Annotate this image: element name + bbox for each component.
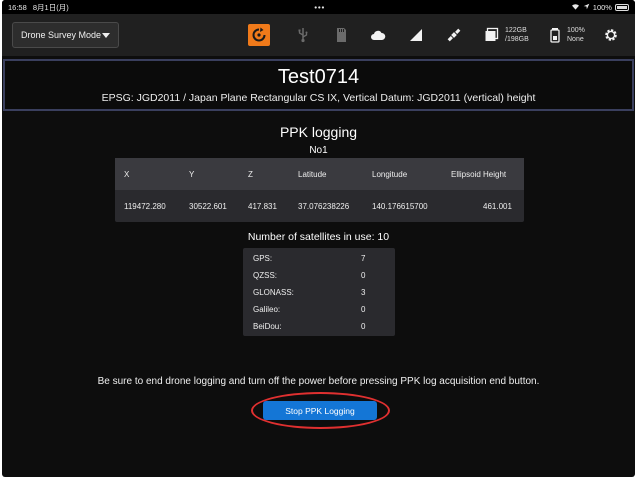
mode-dropdown-value: Drone Survey Mode <box>21 30 102 40</box>
location-icon <box>583 3 590 12</box>
value-ellipsoid-height: 461.001 <box>483 202 512 211</box>
value-longitude: 140.176615700 <box>372 202 428 211</box>
toolbar: Drone Survey Mode 122GB /198GB 100% None <box>2 14 635 56</box>
satellite-row-qzss: QZSS: 0 <box>243 267 395 285</box>
satellite-icon[interactable] <box>444 25 464 45</box>
sd-card-icon[interactable] <box>331 25 351 45</box>
satellite-count: 0 <box>361 322 366 331</box>
value-latitude: 37.076238226 <box>298 202 350 211</box>
signal-icon[interactable] <box>406 25 426 45</box>
column-header-z: Z <box>248 170 253 179</box>
coordinate-table-row: 119472.280 30522.601 417.831 37.07623822… <box>115 190 524 222</box>
multitask-dots[interactable]: ••• <box>314 3 325 12</box>
battery-percent: 100% <box>592 2 612 12</box>
storage-used: 122GB <box>505 27 527 34</box>
warning-message: Be sure to end drone logging and turn of… <box>97 376 540 387</box>
cloud-icon[interactable] <box>368 25 388 45</box>
receiver-battery-icon <box>545 25 565 45</box>
battery-icon <box>614 3 629 11</box>
usb-icon[interactable] <box>293 25 313 45</box>
column-header-ellipsoid-height: Ellipsoid Height <box>451 170 507 179</box>
status-right: 100% <box>571 3 629 12</box>
satellite-count-title: Number of satellites in use: 10 <box>247 231 390 243</box>
receiver-battery: 100% <box>567 27 585 34</box>
satellite-name: GLONASS: <box>253 288 294 297</box>
status-time: 16:58 <box>8 2 27 12</box>
gear-icon[interactable] <box>601 25 621 45</box>
chevron-down-icon <box>102 33 110 38</box>
status-date: 8月1日(月) <box>32 2 69 12</box>
coordinate-table-header: X Y Z Latitude Longitude Ellipsoid Heigh… <box>115 158 524 190</box>
storage-total: /198GB <box>505 36 529 43</box>
project-header: Test0714 EPSG: JGD2011 / Japan Plane Rec… <box>3 59 634 111</box>
sync-icon[interactable] <box>248 24 270 46</box>
satellite-name: QZSS: <box>253 271 278 280</box>
wifi-icon <box>571 3 580 12</box>
satellite-row-gps: GPS: 7 <box>243 250 395 268</box>
mode-dropdown[interactable]: Drone Survey Mode <box>12 22 119 48</box>
receiver-readout: 100% None <box>567 26 585 44</box>
column-header-x: X <box>124 170 130 179</box>
satellite-row-galileo: Galileo: 0 <box>243 301 395 319</box>
satellite-count: 7 <box>361 254 366 263</box>
satellite-table: GPS: 7 QZSS: 0 GLONASS: 3 Galileo: 0 Bei… <box>243 248 395 336</box>
coordinate-table: X Y Z Latitude Longitude Ellipsoid Heigh… <box>115 158 524 222</box>
storage-readout: 122GB /198GB <box>505 26 529 44</box>
ppk-log-number: No1 <box>309 145 328 156</box>
satellite-count: 0 <box>361 305 366 314</box>
stop-ppk-logging-button[interactable]: Stop PPK Logging <box>263 401 377 420</box>
storage-icon <box>482 25 502 45</box>
column-header-latitude: Latitude <box>298 170 327 179</box>
satellite-row-beidou: BeiDou: 0 <box>243 318 395 336</box>
receiver-status: None <box>567 36 584 43</box>
ppk-title: PPK logging <box>279 124 358 140</box>
status-left: 16:58 8月1日(月) <box>8 2 69 13</box>
app-window: 16:58 8月1日(月) ••• 100% Drone Survey Mode <box>2 0 635 477</box>
satellite-name: Galileo: <box>253 305 281 314</box>
status-bar: 16:58 8月1日(月) ••• 100% <box>2 0 635 14</box>
column-header-y: Y <box>189 170 195 179</box>
satellite-row-glonass: GLONASS: 3 <box>243 284 395 302</box>
project-title: Test0714 <box>277 66 360 88</box>
crs-description: EPSG: JGD2011 / Japan Plane Rectangular … <box>101 92 536 104</box>
value-x: 119472.280 <box>124 202 166 211</box>
column-header-longitude: Longitude <box>372 170 408 179</box>
satellite-name: BeiDou: <box>253 322 282 331</box>
satellite-count: 3 <box>361 288 366 297</box>
satellite-count: 0 <box>361 271 366 280</box>
value-z: 417.831 <box>248 202 277 211</box>
value-y: 30522.601 <box>189 202 227 211</box>
satellite-name: GPS: <box>253 254 273 263</box>
